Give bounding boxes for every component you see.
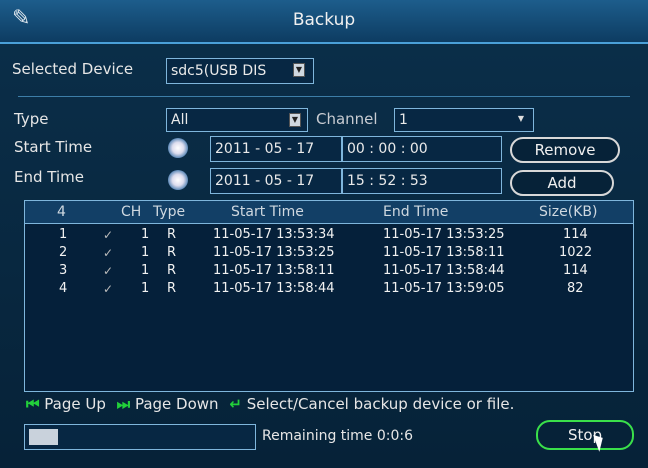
row-channel: 1 (141, 281, 150, 296)
header-size: Size(KB) (539, 204, 598, 220)
header-type: Type (153, 204, 186, 220)
row-number: 4 (59, 281, 68, 296)
row-size: 1022 (559, 245, 593, 260)
chevron-down-icon: ▼ (293, 63, 305, 77)
header-ch: CH (121, 204, 142, 220)
table-scrollbar[interactable] (625, 225, 631, 387)
row-type: R (167, 227, 177, 242)
page-up-icon: ⏮ (26, 395, 40, 413)
row-end-time: 11-05-17 13:53:25 (383, 227, 505, 242)
end-time-label: End Time (14, 168, 84, 186)
table-row[interactable]: 3 ✓ 1 R 11-05-17 13:58:11 11-05-17 13:58… (25, 263, 633, 281)
row-type: R (167, 281, 177, 296)
row-checkbox[interactable]: ✓ (101, 265, 115, 278)
backup-window: ✎ Backup Selected Device sdc5(USB DIS ▼ … (0, 0, 648, 468)
end-date-field[interactable]: 2011 - 05 - 17 (210, 168, 342, 194)
row-start-time: 11-05-17 13:53:25 (213, 245, 335, 260)
footer-hints: ⏮ Page Up ⏭ Page Down ↵ Select/Cancel ba… (26, 395, 514, 413)
row-size: 114 (563, 227, 588, 242)
type-select[interactable]: All ▼ (166, 108, 308, 132)
channel-value: 1 (399, 112, 408, 128)
divider (18, 96, 630, 97)
end-time-value: 15 : 52 : 53 (347, 173, 428, 189)
header-start-time: Start Time (231, 204, 304, 220)
row-type: R (167, 245, 177, 260)
row-start-time: 11-05-17 13:58:11 (213, 263, 335, 278)
row-number: 2 (59, 245, 68, 260)
row-end-time: 11-05-17 13:59:05 (383, 281, 505, 296)
end-time-field[interactable]: 15 : 52 : 53 (342, 168, 502, 194)
row-checkbox[interactable]: ✓ (101, 247, 115, 260)
row-size: 114 (563, 263, 588, 278)
backup-file-table: 4 CH Type Start Time End Time Size(KB) 1… (24, 200, 634, 392)
table-header: 4 CH Type Start Time End Time Size(KB) (25, 201, 633, 224)
row-end-time: 11-05-17 13:58:11 (383, 245, 505, 260)
row-size: 82 (567, 281, 584, 296)
start-date-field[interactable]: 2011 - 05 - 17 (210, 136, 342, 162)
start-time-label: Start Time (14, 138, 93, 156)
page-down-icon: ⏭ (116, 395, 131, 413)
row-checkbox[interactable]: ✓ (101, 229, 115, 242)
remove-button[interactable]: Remove (510, 137, 620, 163)
stop-button[interactable]: Stop (536, 420, 634, 450)
row-channel: 1 (141, 227, 150, 242)
chevron-down-icon: ▼ (517, 114, 525, 123)
header-count: 4 (57, 204, 66, 220)
add-button[interactable]: Add (510, 170, 614, 196)
clock-icon[interactable] (168, 138, 188, 158)
page-down-label: Page Down (134, 395, 219, 413)
chevron-down-icon: ▼ (289, 113, 301, 127)
row-end-time: 11-05-17 13:58:44 (383, 263, 505, 278)
row-channel: 1 (141, 245, 150, 260)
table-row[interactable]: 1 ✓ 1 R 11-05-17 13:53:34 11-05-17 13:53… (25, 227, 633, 245)
channel-select[interactable]: 1 ▼ (394, 108, 534, 132)
selected-device-label: Selected Device (12, 60, 134, 78)
remaining-time-label: Remaining time 0:0:6 (262, 428, 414, 444)
type-label: Type (14, 110, 49, 128)
type-value: All (171, 112, 189, 128)
window-title: Backup (292, 10, 356, 30)
table-row[interactable]: 2 ✓ 1 R 11-05-17 13:53:25 11-05-17 13:58… (25, 245, 633, 263)
row-start-time: 11-05-17 13:58:44 (213, 281, 335, 296)
title-bar: ✎ Backup (0, 0, 648, 44)
progress-fill (29, 429, 58, 445)
row-number: 3 (59, 263, 68, 278)
table-row[interactable]: 4 ✓ 1 R 11-05-17 13:58:44 11-05-17 13:59… (25, 281, 633, 299)
select-cancel-hint: Select/Cancel backup device or file. (246, 395, 515, 413)
row-type: R (167, 263, 177, 278)
start-time-value: 00 : 00 : 00 (347, 141, 428, 157)
header-end-time: End Time (383, 204, 449, 220)
selected-device-value: sdc5(USB DIS (171, 63, 267, 79)
row-channel: 1 (141, 263, 150, 278)
row-number: 1 (59, 227, 68, 242)
row-checkbox[interactable]: ✓ (101, 283, 115, 296)
backup-progress-bar (24, 424, 256, 450)
selected-device-select[interactable]: sdc5(USB DIS ▼ (166, 58, 314, 84)
end-date-value: 2011 - 05 - 17 (215, 173, 315, 189)
row-start-time: 11-05-17 13:53:34 (213, 227, 335, 242)
enter-key-icon: ↵ (229, 395, 242, 413)
start-time-field[interactable]: 00 : 00 : 00 (342, 136, 502, 162)
channel-label: Channel (316, 110, 378, 128)
page-up-label: Page Up (44, 395, 106, 413)
clock-icon[interactable] (168, 170, 188, 190)
start-date-value: 2011 - 05 - 17 (215, 141, 315, 157)
